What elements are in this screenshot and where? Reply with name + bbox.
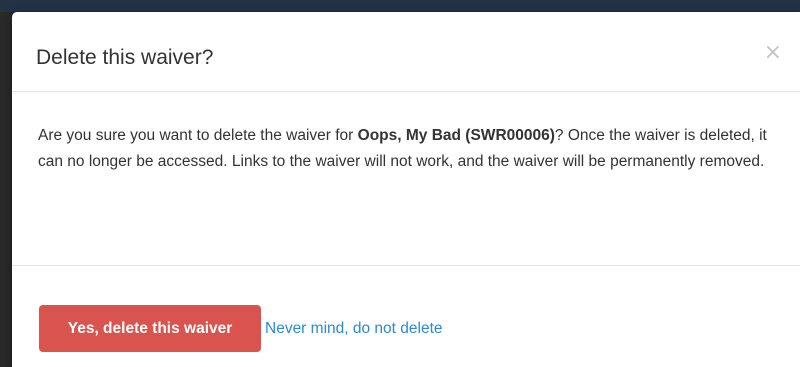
confirmation-message: Are you sure you want to delete the waiv… [38, 123, 778, 175]
background-page-strip [0, 0, 800, 12]
waiver-name: Oops, My Bad (SWR00006) [357, 127, 555, 144]
dialog-header: Delete this waiver? × [12, 12, 800, 92]
cancel-delete-link[interactable]: Never mind, do not delete [265, 320, 443, 338]
dialog-title: Delete this waiver? [36, 46, 214, 69]
dialog-footer: Yes, delete this waiver Never mind, do n… [12, 266, 800, 367]
confirm-delete-button[interactable]: Yes, delete this waiver [39, 305, 261, 352]
delete-waiver-dialog: Delete this waiver? × Are you sure you w… [12, 12, 800, 367]
message-text-before: Are you sure you want to delete the waiv… [38, 127, 358, 144]
dialog-body: Are you sure you want to delete the waiv… [12, 92, 800, 266]
close-icon[interactable]: × [764, 42, 782, 64]
background-page-edge [0, 12, 12, 367]
